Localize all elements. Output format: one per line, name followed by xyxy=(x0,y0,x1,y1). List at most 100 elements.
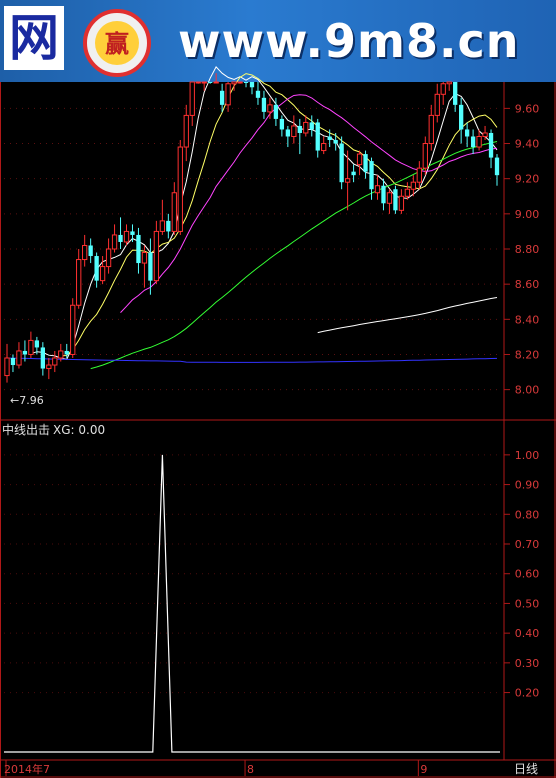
indicator-tick-label: 0.30 xyxy=(515,657,540,670)
candle[interactable] xyxy=(159,199,166,235)
candle[interactable] xyxy=(99,256,106,285)
candle[interactable] xyxy=(453,82,458,112)
candle[interactable] xyxy=(356,150,363,176)
candle-body-up xyxy=(201,81,207,84)
candle[interactable] xyxy=(46,357,52,380)
candle[interactable] xyxy=(16,342,22,369)
candle[interactable] xyxy=(136,227,141,274)
candle[interactable] xyxy=(255,82,261,105)
candle-body-up xyxy=(321,143,327,152)
candle[interactable] xyxy=(422,136,428,176)
candle[interactable] xyxy=(88,238,93,264)
candle-body-down xyxy=(166,220,171,232)
indicator-series[interactable] xyxy=(4,454,500,753)
candle[interactable] xyxy=(393,185,398,214)
candle-body-up xyxy=(111,234,118,250)
stock-chart[interactable]: 8.00 8.20 8.40 8.60 8.80 9.00 9.20 9.40 9.60 ←7.… xyxy=(0,0,556,778)
candle[interactable] xyxy=(177,140,183,235)
candle-body-up xyxy=(159,220,166,232)
candle-body-down xyxy=(309,122,314,130)
candle-body-up xyxy=(76,259,82,306)
candle[interactable] xyxy=(398,189,405,214)
candle[interactable] xyxy=(470,129,476,155)
candle[interactable] xyxy=(494,154,500,186)
period-label: 日线 xyxy=(514,762,538,776)
candle[interactable] xyxy=(243,82,249,88)
candle-body-up xyxy=(99,266,106,282)
candle[interactable] xyxy=(189,81,195,126)
candle[interactable] xyxy=(303,115,309,137)
candle[interactable] xyxy=(82,234,88,267)
candle-body-up xyxy=(195,81,201,84)
candle[interactable] xyxy=(111,224,118,253)
candle[interactable] xyxy=(291,115,297,144)
candle-body-down xyxy=(327,136,332,141)
candle[interactable] xyxy=(4,343,10,383)
candle[interactable] xyxy=(28,331,34,358)
candle-body-down xyxy=(208,82,213,83)
candle[interactable] xyxy=(363,150,368,179)
xg-signal-line[interactable] xyxy=(4,454,500,753)
candle-body-up xyxy=(183,114,189,148)
candle-body-down xyxy=(369,161,374,190)
candle-body-down xyxy=(136,234,141,264)
indicator-gridlines xyxy=(4,454,497,694)
candle[interactable] xyxy=(52,350,58,373)
candle[interactable] xyxy=(94,252,99,288)
candlestick-series[interactable] xyxy=(4,73,500,383)
time-tick-label: 9 xyxy=(420,763,427,776)
candle[interactable] xyxy=(195,81,201,84)
candle[interactable] xyxy=(464,122,470,148)
candle-body-down xyxy=(118,234,123,242)
candle[interactable] xyxy=(351,164,356,183)
candle[interactable] xyxy=(153,220,160,285)
candle[interactable] xyxy=(166,213,171,239)
candle[interactable] xyxy=(297,118,302,155)
candle[interactable] xyxy=(440,82,446,105)
candle[interactable] xyxy=(183,104,189,162)
candle[interactable] xyxy=(213,73,219,84)
candle[interactable] xyxy=(70,298,76,358)
candle-body-up xyxy=(141,252,148,264)
candle[interactable] xyxy=(123,224,130,246)
candle-body-up xyxy=(267,104,273,113)
candle[interactable] xyxy=(386,189,393,214)
price-tick-label: 8.20 xyxy=(515,348,540,361)
candle[interactable] xyxy=(428,104,434,151)
candle[interactable] xyxy=(333,132,338,151)
candle[interactable] xyxy=(249,82,255,95)
candle[interactable] xyxy=(321,136,327,155)
candle-body-up xyxy=(291,125,297,137)
candle-body-down xyxy=(22,350,28,355)
candle[interactable] xyxy=(339,136,344,190)
candle-body-down xyxy=(261,97,267,112)
candle-body-up xyxy=(171,192,177,232)
ma120-line xyxy=(317,297,498,334)
candle-body-down xyxy=(381,185,386,204)
candle[interactable] xyxy=(171,182,177,235)
candle[interactable] xyxy=(118,217,123,249)
candle[interactable] xyxy=(459,97,464,144)
candle[interactable] xyxy=(208,82,213,84)
candle[interactable] xyxy=(279,115,285,137)
candle[interactable] xyxy=(309,115,314,137)
candle[interactable] xyxy=(10,354,16,373)
candle-body-up xyxy=(482,132,488,137)
price-tick-label: 9.20 xyxy=(515,173,540,186)
candle-body-down xyxy=(273,104,279,119)
candle-body-up xyxy=(434,93,440,116)
candle[interactable] xyxy=(261,90,267,119)
price-tick-label: 8.80 xyxy=(515,243,540,256)
candle[interactable] xyxy=(105,238,112,274)
candle-body-up xyxy=(344,178,351,183)
candle-body-up xyxy=(404,188,411,197)
candle[interactable] xyxy=(488,129,494,169)
candle[interactable] xyxy=(76,249,82,309)
candle[interactable] xyxy=(40,342,45,376)
candle[interactable] xyxy=(446,81,452,91)
candle[interactable] xyxy=(315,118,320,158)
candle[interactable] xyxy=(374,175,381,200)
candle[interactable] xyxy=(225,82,231,112)
candle[interactable] xyxy=(434,83,440,123)
candle[interactable] xyxy=(237,81,243,84)
